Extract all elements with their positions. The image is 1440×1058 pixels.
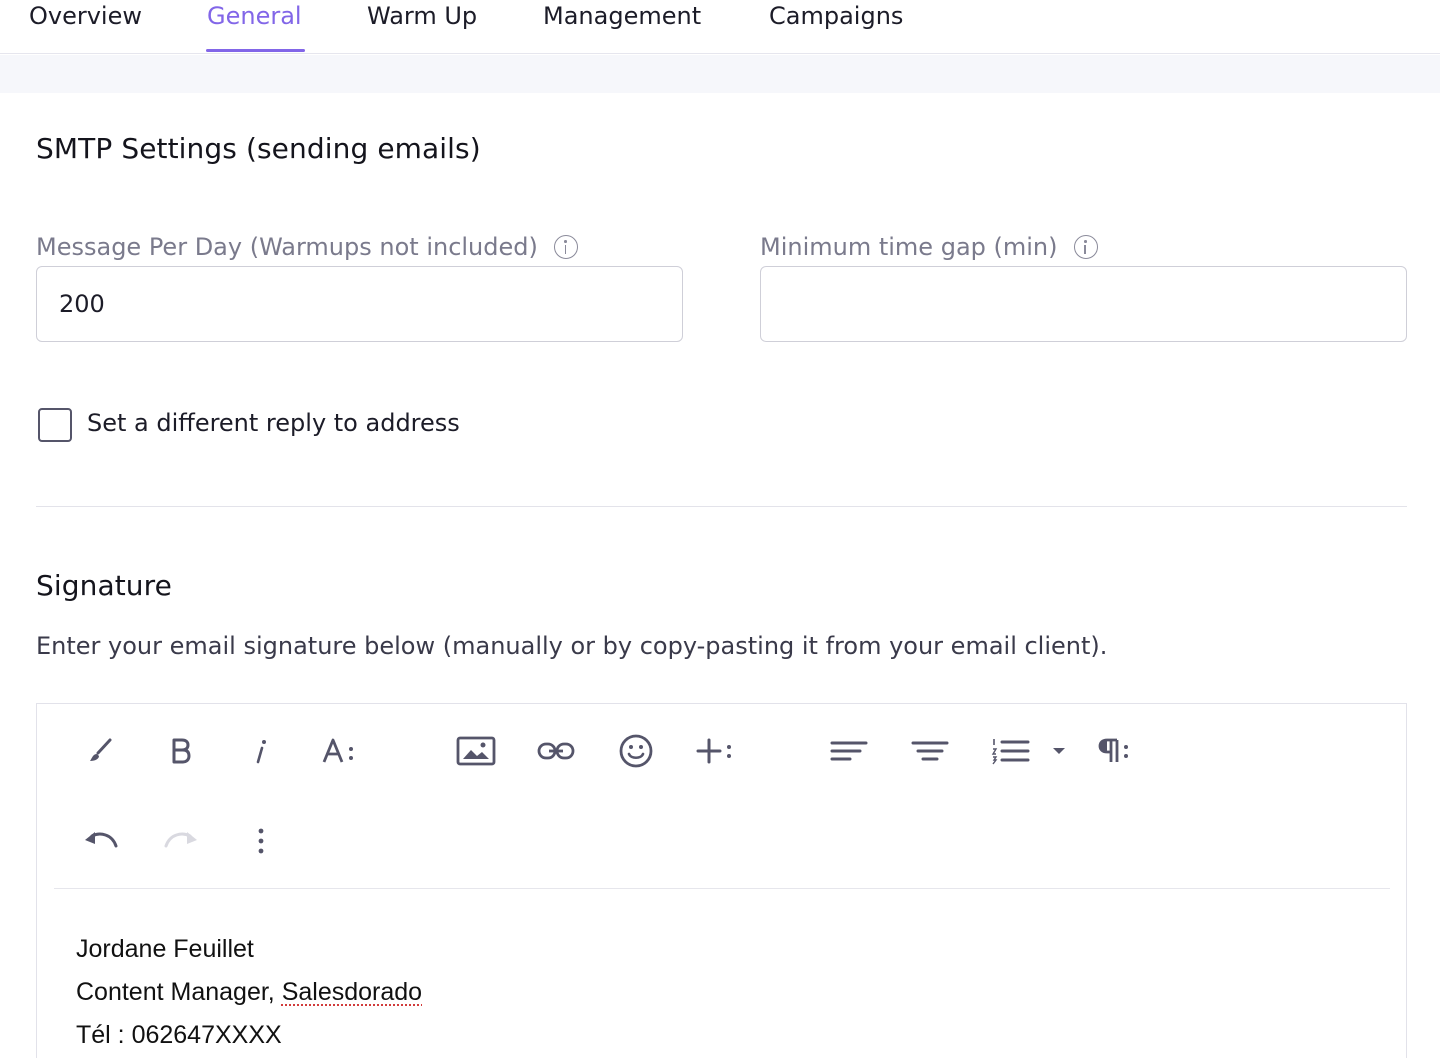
smtp-section-title: SMTP Settings (sending emails): [36, 132, 481, 165]
undo-icon[interactable]: [75, 815, 127, 867]
info-icon[interactable]: [1073, 235, 1098, 259]
reply-to-checkbox-label[interactable]: Set a different reply to address: [87, 409, 460, 437]
active-tab-indicator: [206, 49, 305, 52]
image-icon[interactable]: [450, 725, 502, 777]
signature-phone-line[interactable]: Tél : 062647XXXX: [76, 1021, 282, 1050]
list-dropdown-icon[interactable]: [1042, 725, 1076, 777]
tab-campaigns[interactable]: Campaigns: [769, 2, 903, 30]
tab-management[interactable]: Management: [543, 2, 701, 30]
tab-overview[interactable]: Overview: [29, 2, 142, 30]
min-time-gap-label: Minimum time gap (min): [760, 233, 1098, 261]
top-tab-bar: Overview General Warm Up Management Camp…: [0, 0, 1440, 54]
insert-more-icon[interactable]: [690, 725, 742, 777]
toolbar-divider: [54, 888, 1390, 889]
signature-company-text: Salesdorado: [281, 978, 423, 1006]
align-left-icon[interactable]: [823, 725, 875, 777]
tab-general[interactable]: General: [207, 2, 302, 30]
signature-description: Enter your email signature below (manual…: [36, 632, 1108, 660]
messages-per-day-label-text: Message Per Day (Warmups not included): [36, 233, 538, 261]
font-size-icon[interactable]: [315, 725, 367, 777]
paragraph-format-icon[interactable]: [1089, 725, 1141, 777]
redo-icon[interactable]: [155, 815, 207, 867]
min-time-gap-label-text: Minimum time gap (min): [760, 233, 1058, 261]
signature-section-title: Signature: [36, 569, 172, 602]
italic-icon[interactable]: [235, 725, 287, 777]
signature-role-text: Content Manager,: [76, 978, 282, 1006]
emoji-icon[interactable]: [610, 725, 662, 777]
signature-role-line[interactable]: Content Manager, Salesdorado: [76, 978, 422, 1007]
min-time-gap-input[interactable]: [760, 266, 1407, 342]
ordered-list-icon[interactable]: [984, 725, 1036, 777]
more-options-icon[interactable]: [235, 815, 287, 867]
signature-name-line[interactable]: Jordane Feuillet: [76, 935, 254, 964]
reply-to-checkbox[interactable]: [38, 408, 72, 442]
messages-per-day-input[interactable]: [36, 266, 683, 342]
signature-editor[interactable]: Jordane Feuillet Content Manager, Salesd…: [36, 703, 1407, 1058]
bold-icon[interactable]: [155, 725, 207, 777]
tab-warm-up[interactable]: Warm Up: [367, 2, 477, 30]
section-divider: [36, 506, 1407, 507]
messages-per-day-label: Message Per Day (Warmups not included): [36, 233, 578, 261]
header-band: [0, 55, 1440, 93]
link-icon[interactable]: [530, 725, 582, 777]
info-icon[interactable]: [553, 235, 578, 259]
align-center-icon[interactable]: [904, 725, 956, 777]
paint-brush-icon[interactable]: [75, 725, 127, 777]
